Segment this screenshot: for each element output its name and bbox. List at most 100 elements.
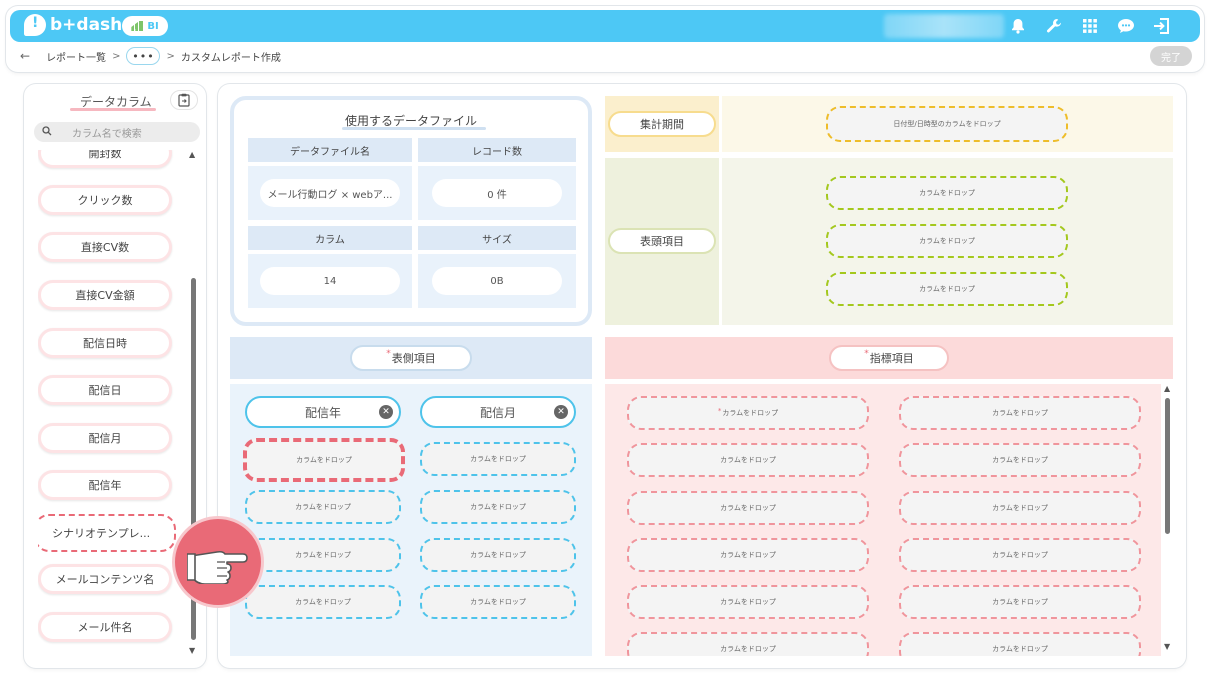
side-drop-zone-active[interactable]: カラムをドロップ <box>243 438 405 482</box>
data-file-name-header: データファイル名 <box>248 138 412 162</box>
indicator-drop-zone[interactable]: カラムをドロップ <box>899 585 1141 619</box>
search-icon <box>42 125 52 139</box>
indicator-drop-zone[interactable]: カラムをドロップ <box>899 491 1141 525</box>
period-label-area: 集計期間 <box>605 96 719 152</box>
scrollbar-thumb[interactable] <box>1165 398 1170 534</box>
top-navbar: b+dash BI <box>10 10 1200 42</box>
indicator-items-label: * 指標項目 <box>829 345 949 371</box>
indicator-drop-zone[interactable]: カラムをドロップ <box>627 632 869 656</box>
indicator-drop-zone[interactable]: カラムをドロップ <box>899 443 1141 477</box>
header-drop-zone[interactable]: カラムをドロップ <box>826 272 1068 306</box>
logout-icon[interactable] <box>1152 16 1172 36</box>
indicator-drop-zone[interactable]: カラムをドロップ <box>899 632 1141 656</box>
side-items-header: * 表側項目 <box>230 337 592 379</box>
indicator-drop-zone[interactable]: カラムをドロップ <box>627 491 869 525</box>
breadcrumb-separator: > <box>166 50 175 62</box>
required-mark: * <box>717 407 722 415</box>
scroll-down-icon[interactable]: ▼ <box>189 646 195 655</box>
column-pill[interactable]: 開封数 <box>38 150 172 168</box>
close-icon[interactable]: ✕ <box>379 405 393 419</box>
size-value: 0B <box>432 267 562 295</box>
grid-icon[interactable] <box>1080 16 1100 36</box>
breadcrumb-separator: > <box>112 50 121 62</box>
size-header: サイズ <box>418 226 576 250</box>
side-drop-zone[interactable]: カラムをドロップ <box>245 585 401 619</box>
side-items-drop-area: 配信年 ✕ 配信月 ✕ カラムをドロップ カラムをドロップ カラムをドロップ カ… <box>230 384 592 656</box>
record-count-header: レコード数 <box>418 138 576 162</box>
period-label: 集計期間 <box>608 111 716 137</box>
side-drop-zone[interactable]: カラムをドロップ <box>245 490 401 524</box>
period-drop-area: 日付型/日時型のカラムをドロップ <box>722 96 1173 152</box>
indicator-drop-zone[interactable]: カラムをドロップ <box>627 585 869 619</box>
chat-icon[interactable] <box>1116 16 1136 36</box>
side-item-chip-label: 配信月 <box>479 405 516 420</box>
back-arrow-icon[interactable]: ← <box>20 49 30 63</box>
side-item-chip[interactable]: 配信年 ✕ <box>245 396 401 428</box>
scroll-down-icon[interactable]: ▼ <box>1164 642 1170 651</box>
column-count-header: カラム <box>248 226 412 250</box>
header-items-label: 表頭項目 <box>608 228 716 254</box>
column-pill[interactable]: クリック数 <box>38 185 172 215</box>
record-count-cell: 0 件 <box>418 166 576 220</box>
column-pill[interactable]: メール件名 <box>38 612 172 642</box>
size-cell: 0B <box>418 254 576 308</box>
breadcrumb-ellipsis-button[interactable]: ••• <box>126 47 161 65</box>
app-logo[interactable]: b+dash <box>24 14 122 36</box>
side-drop-zone[interactable]: カラムをドロップ <box>420 538 576 572</box>
required-mark: * <box>864 349 869 359</box>
header-items-drop-area: カラムをドロップ カラムをドロップ カラムをドロップ <box>722 158 1173 325</box>
indicator-items-drop-area: * カラムをドロップ カラムをドロップ カラムをドロップ カラムをドロップ カラ… <box>605 384 1161 656</box>
side-item-chip[interactable]: 配信月 ✕ <box>420 396 576 428</box>
column-search-input[interactable]: カラム名で検索 <box>34 122 200 142</box>
side-items-label: * 表側項目 <box>350 345 472 371</box>
column-pill[interactable]: 直接CV金額 <box>38 280 172 310</box>
bi-badge[interactable]: BI <box>122 16 168 36</box>
side-drop-zone[interactable]: カラムをドロップ <box>420 585 576 619</box>
user-info-blurred[interactable] <box>884 14 1004 38</box>
header-drop-zone[interactable]: カラムをドロップ <box>826 224 1068 258</box>
side-drop-zone[interactable]: カラムをドロップ <box>420 442 576 476</box>
column-list: 開封数 クリック数 直接CV数 直接CV金額 配信日時 配信日 配信月 配信年 … <box>38 150 176 656</box>
indicator-items-header: * 指標項目 <box>605 337 1173 379</box>
column-pill[interactable]: 配信年 <box>38 470 172 500</box>
indicator-drop-zone[interactable]: * カラムをドロップ <box>627 396 869 430</box>
breadcrumb: ← レポート一覧 > ••• > カスタムレポート作成 <box>20 46 281 66</box>
column-count-value: 14 <box>260 267 400 295</box>
column-pill[interactable]: 直接CV数 <box>38 232 172 262</box>
clipboard-icon[interactable] <box>170 90 198 110</box>
scroll-up-icon[interactable]: ▲ <box>189 150 195 159</box>
data-file-card: 使用するデータファイル データファイル名 レコード数 メール行動ログ × web… <box>230 96 592 326</box>
column-pill[interactable]: 配信日 <box>38 375 172 405</box>
logo-text: b+dash <box>50 15 123 35</box>
indicator-drop-zone[interactable]: カラムをドロップ <box>627 538 869 572</box>
header-drop-zone[interactable]: カラムをドロップ <box>826 176 1068 210</box>
header-items-label-area: 表頭項目 <box>605 158 719 325</box>
data-file-name-value: メール行動ログ × webア... <box>260 179 400 207</box>
indicator-drop-zone[interactable]: カラムをドロップ <box>627 443 869 477</box>
scroll-up-icon[interactable]: ▲ <box>1164 384 1170 393</box>
side-drop-zone[interactable]: カラムをドロップ <box>245 538 401 572</box>
bell-icon[interactable] <box>1008 16 1028 36</box>
data-file-name-cell: メール行動ログ × webア... <box>248 166 412 220</box>
indicator-drop-zone[interactable]: カラムをドロップ <box>899 396 1141 430</box>
indicator-drop-placeholder: カラムをドロップ <box>722 409 779 417</box>
wrench-icon[interactable] <box>1044 16 1064 36</box>
period-drop-zone[interactable]: 日付型/日時型のカラムをドロップ <box>826 106 1068 142</box>
side-drop-zone[interactable]: カラムをドロップ <box>420 490 576 524</box>
close-icon[interactable]: ✕ <box>554 405 568 419</box>
required-mark: * <box>386 349 391 359</box>
breadcrumb-report-list[interactable]: レポート一覧 <box>46 49 106 64</box>
column-pill[interactable]: 配信日時 <box>38 328 172 358</box>
column-pill-dragging[interactable]: シナリオテンプレ... <box>38 514 176 552</box>
indicator-drop-zone[interactable]: カラムをドロップ <box>899 538 1141 572</box>
side-item-chip-label: 配信年 <box>304 405 341 420</box>
bi-badge-label: BI <box>147 20 159 32</box>
record-count-value: 0 件 <box>432 179 562 207</box>
column-pill[interactable]: メールコンテンツ名 <box>38 564 172 594</box>
done-button[interactable]: 完了 <box>1150 46 1192 66</box>
indicator-scrollbar[interactable]: ▲ ▼ <box>1162 384 1174 656</box>
data-file-title-underline <box>342 127 486 130</box>
column-count-cell: 14 <box>248 254 412 308</box>
column-pill[interactable]: 配信月 <box>38 423 172 453</box>
bar-chart-icon <box>131 21 144 31</box>
